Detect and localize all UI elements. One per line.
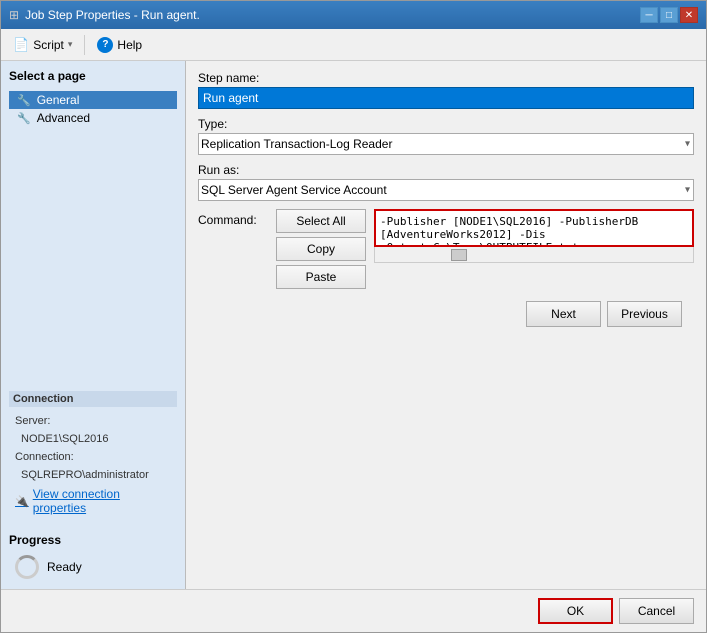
sidebar-item-advanced[interactable]: Advanced — [9, 109, 177, 127]
close-button[interactable]: ✕ — [680, 7, 698, 23]
next-button[interactable]: Next — [526, 301, 601, 327]
connection-title: Connection — [9, 391, 177, 407]
command-row: Command: Select All Copy Paste -Publishe… — [198, 209, 694, 289]
script-button[interactable]: 📄 Script ▾ — [9, 35, 76, 55]
progress-spinner — [15, 555, 39, 579]
main-window: ⊞ Job Step Properties - Run agent. ─ □ ✕… — [0, 0, 707, 633]
command-buttons: Select All Copy Paste — [276, 209, 366, 289]
maximize-button[interactable]: □ — [660, 7, 678, 23]
server-label: Server: — [9, 413, 177, 429]
progress-title: Progress — [9, 533, 177, 547]
help-button[interactable]: ? Help — [93, 35, 146, 55]
select-page-label: Select a page — [9, 69, 177, 83]
advanced-icon — [17, 111, 31, 125]
scrollbar-thumb — [451, 249, 467, 261]
type-group: Type: Replication Transaction-Log Reader — [198, 117, 694, 155]
title-bar-left: ⊞ Job Step Properties - Run agent. — [9, 8, 200, 22]
view-connection-link[interactable]: 🔌 View connection properties — [9, 485, 177, 517]
cancel-button[interactable]: Cancel — [619, 598, 694, 624]
general-icon — [17, 93, 31, 107]
sidebar-advanced-label: Advanced — [37, 111, 90, 125]
connection-section: Connection Server: NODE1\SQL2016 Connect… — [9, 391, 177, 517]
minimize-button[interactable]: ─ — [640, 7, 658, 23]
toolbar-separator — [84, 35, 85, 55]
progress-status: Ready — [47, 560, 82, 574]
select-all-button[interactable]: Select All — [276, 209, 366, 233]
horizontal-scrollbar[interactable] — [374, 247, 694, 263]
connection-value: SQLREPRO\administrator — [9, 467, 177, 483]
step-name-input[interactable] — [198, 87, 694, 109]
nav-buttons: Next Previous — [198, 297, 694, 327]
step-name-group: Step name: — [198, 71, 694, 109]
step-name-label: Step name: — [198, 71, 694, 85]
main-content: Select a page General Advanced Connectio… — [1, 61, 706, 589]
sidebar-general-label: General — [37, 93, 80, 107]
type-select-wrapper: Replication Transaction-Log Reader — [198, 133, 694, 155]
progress-row: Ready — [9, 553, 177, 581]
server-value: NODE1\SQL2016 — [9, 431, 177, 447]
run-as-label: Run as: — [198, 163, 694, 177]
run-as-select-wrapper: SQL Server Agent Service Account — [198, 179, 694, 201]
run-as-select[interactable]: SQL Server Agent Service Account — [198, 179, 694, 201]
plug-icon: 🔌 — [15, 495, 29, 508]
type-label: Type: — [198, 117, 694, 131]
script-label: Script — [33, 38, 64, 52]
sidebar-spacer — [9, 127, 177, 375]
progress-section: Progress Ready — [9, 533, 177, 581]
connection-label: Connection: — [9, 449, 177, 465]
toolbar: 📄 Script ▾ ? Help — [1, 29, 706, 61]
script-icon: 📄 — [13, 37, 29, 53]
help-icon: ? — [97, 37, 113, 53]
title-bar: ⊞ Job Step Properties - Run agent. ─ □ ✕ — [1, 1, 706, 29]
previous-button[interactable]: Previous — [607, 301, 682, 327]
right-panel: Step name: Type: Replication Transaction… — [186, 61, 706, 589]
run-as-group: Run as: SQL Server Agent Service Account — [198, 163, 694, 201]
ok-button[interactable]: OK — [538, 598, 613, 624]
window-icon: ⊞ — [9, 8, 19, 22]
help-label: Help — [117, 38, 142, 52]
script-chevron: ▾ — [68, 39, 73, 50]
title-bar-controls: ─ □ ✕ — [640, 7, 698, 23]
command-label: Command: — [198, 209, 268, 227]
window-title: Job Step Properties - Run agent. — [25, 8, 200, 22]
command-textarea[interactable]: -Publisher [NODE1\SQL2016] -PublisherDB … — [374, 209, 694, 247]
sidebar-item-general[interactable]: General — [9, 91, 177, 109]
view-link-label: View connection properties — [33, 487, 171, 515]
paste-button[interactable]: Paste — [276, 265, 366, 289]
footer-buttons: OK Cancel — [1, 589, 706, 632]
command-text-container: -Publisher [NODE1\SQL2016] -PublisherDB … — [374, 209, 694, 263]
type-select[interactable]: Replication Transaction-Log Reader — [198, 133, 694, 155]
copy-button[interactable]: Copy — [276, 237, 366, 261]
sidebar: Select a page General Advanced Connectio… — [1, 61, 186, 589]
